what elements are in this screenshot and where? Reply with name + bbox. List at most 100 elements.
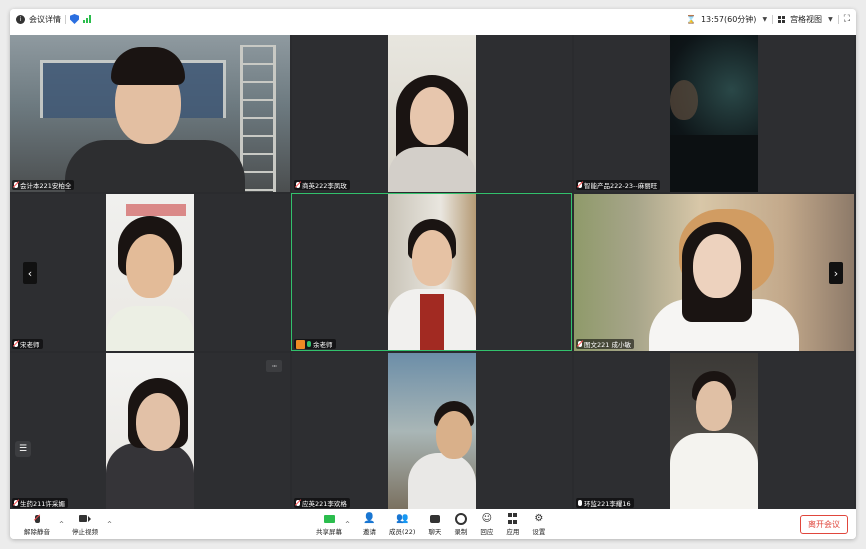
video-tile[interactable]: 应英221李欢格 bbox=[292, 353, 572, 510]
record-icon bbox=[454, 512, 467, 525]
fullscreen-icon[interactable]: ⛶ bbox=[844, 14, 850, 24]
participant-name: 智能产品222-23--麻丽旺 bbox=[584, 182, 658, 190]
unmute-label: 解除静音 bbox=[24, 527, 50, 536]
video-grid: 会计本221安柏全 商英222李凤玫 智能产品222-23--麻丽旺 ‹ 宋老师… bbox=[10, 35, 856, 510]
apps-label: 应用 bbox=[506, 527, 520, 536]
invite-label: 邀请 bbox=[363, 527, 377, 536]
video-feed bbox=[574, 194, 854, 351]
grid-view-icon[interactable] bbox=[778, 15, 786, 23]
divider bbox=[772, 14, 774, 24]
participant-nameplate: 环监221李耀16 bbox=[576, 498, 634, 508]
hourglass-icon: ⌛ bbox=[685, 14, 696, 24]
invite-button[interactable]: 👤 邀请 bbox=[363, 509, 376, 539]
apps-icon bbox=[507, 513, 519, 525]
video-tile[interactable]: ‹ 宋老师 bbox=[10, 194, 290, 351]
ladder bbox=[240, 45, 276, 192]
divider bbox=[65, 14, 66, 24]
participant-nameplate: 智能产品222-23--麻丽旺 bbox=[576, 180, 661, 190]
previous-page-button[interactable]: ‹ bbox=[23, 262, 37, 284]
participant-name: 应英221李欢格 bbox=[302, 500, 347, 508]
members-button[interactable]: 👥 成员(22) bbox=[389, 509, 415, 539]
video-feed bbox=[106, 194, 194, 351]
video-tile[interactable]: 环监221李耀16 bbox=[574, 353, 854, 510]
signal-icon[interactable] bbox=[83, 15, 91, 23]
next-page-button[interactable]: › bbox=[829, 262, 843, 284]
view-mode-button[interactable]: 宫格视图 bbox=[790, 14, 822, 25]
mic-muted-icon bbox=[31, 513, 43, 525]
participant-nameplate: 图文221 成小敏 bbox=[576, 339, 634, 349]
face bbox=[412, 230, 452, 286]
mic-muted-icon bbox=[14, 341, 18, 347]
face bbox=[410, 87, 454, 145]
face bbox=[126, 234, 174, 298]
video-tile[interactable]: 智能产品222-23--麻丽旺 bbox=[574, 35, 854, 192]
record-label: 录制 bbox=[454, 527, 468, 536]
participant-nameplate: 会计本221安柏全 bbox=[12, 180, 75, 190]
chat-label: 聊天 bbox=[428, 527, 442, 536]
mic-muted-icon bbox=[296, 182, 300, 188]
mic-on-icon bbox=[307, 341, 311, 347]
chevron-up-icon[interactable]: ^ bbox=[345, 521, 350, 528]
mic-muted-icon bbox=[14, 182, 18, 188]
unmute-button[interactable]: 解除静音 bbox=[24, 509, 50, 539]
video-tile[interactable]: 会计本221安柏全 bbox=[10, 35, 290, 192]
participant-nameplate: 宋老师 bbox=[12, 339, 43, 349]
video-feed bbox=[388, 194, 476, 351]
chat-icon bbox=[429, 513, 441, 525]
shield-icon[interactable] bbox=[70, 14, 79, 24]
video-feed bbox=[670, 35, 758, 192]
stop-video-label: 停止视频 bbox=[72, 527, 99, 536]
video-tile[interactable]: ··· ☰ 生药211许采媚 bbox=[10, 353, 290, 510]
more-options-button[interactable]: ··· bbox=[266, 360, 282, 372]
mic-muted-icon bbox=[296, 500, 300, 506]
face bbox=[696, 381, 732, 431]
shirt bbox=[388, 147, 476, 192]
reaction-button[interactable]: ☺ 回应 bbox=[480, 509, 493, 539]
chevron-up-icon[interactable]: ^ bbox=[107, 521, 112, 528]
shirt bbox=[106, 306, 194, 351]
shelf bbox=[126, 204, 186, 216]
shirt bbox=[408, 453, 476, 510]
meeting-info-link[interactable]: 会议详情 bbox=[29, 14, 61, 25]
participant-name: 生药211许采媚 bbox=[20, 500, 65, 508]
hair bbox=[111, 47, 185, 85]
share-screen-button[interactable]: 共享屏幕 bbox=[316, 509, 342, 539]
leave-meeting-button[interactable]: 离开会议 bbox=[800, 515, 848, 534]
divider bbox=[837, 14, 839, 24]
face bbox=[136, 393, 180, 451]
share-screen-label: 共享屏幕 bbox=[316, 527, 342, 536]
participant-name: 会计本221安柏全 bbox=[20, 182, 72, 190]
participant-name: 商英222李凤玫 bbox=[302, 182, 347, 190]
bottom-toolbar: 解除静音 ^ 停止视频 ^ 共享屏幕 ^ 👤 邀请 👥 成员(22) 聊天 录制… bbox=[10, 509, 856, 539]
top-bar: i 会议详情 ⌛ 13:57(60分钟) ▼ 宫格视图 ▼ ⛶ bbox=[10, 9, 856, 29]
add-user-icon: 👤 bbox=[363, 513, 376, 524]
video-feed bbox=[388, 353, 476, 510]
video-tile[interactable]: › 图文221 成小敏 bbox=[574, 194, 854, 351]
video-tile[interactable]: 余老师 bbox=[292, 194, 572, 351]
apps-button[interactable]: 应用 bbox=[506, 509, 519, 539]
settings-label: 设置 bbox=[532, 527, 546, 536]
video-feed bbox=[106, 353, 194, 510]
stop-video-button[interactable]: 停止视频 bbox=[72, 509, 98, 539]
video-feed bbox=[10, 35, 290, 192]
face bbox=[693, 234, 741, 298]
info-icon[interactable]: i bbox=[16, 14, 25, 24]
shirt bbox=[670, 433, 758, 510]
participant-name: 图文221 成小敏 bbox=[584, 341, 631, 349]
participant-name: 余老师 bbox=[313, 341, 333, 349]
chevron-down-icon[interactable]: ▼ bbox=[828, 16, 833, 23]
chevron-up-icon[interactable]: ^ bbox=[59, 521, 64, 528]
chat-button[interactable]: 聊天 bbox=[428, 509, 441, 539]
settings-button[interactable]: ⚙ 设置 bbox=[532, 509, 545, 539]
reaction-icon: ☺ bbox=[481, 513, 493, 524]
list-icon[interactable]: ☰ bbox=[15, 441, 31, 457]
members-icon: 👥 bbox=[395, 513, 409, 524]
chevron-down-icon[interactable]: ▼ bbox=[762, 16, 767, 23]
video-tile[interactable]: 商英222李凤玫 bbox=[292, 35, 572, 192]
participant-name: 宋老师 bbox=[20, 341, 40, 349]
mic-muted-icon bbox=[578, 341, 582, 347]
record-button[interactable]: 录制 bbox=[454, 509, 467, 539]
members-label: 成员(22) bbox=[389, 527, 416, 536]
video-feed bbox=[670, 353, 758, 510]
shirt bbox=[670, 135, 758, 192]
